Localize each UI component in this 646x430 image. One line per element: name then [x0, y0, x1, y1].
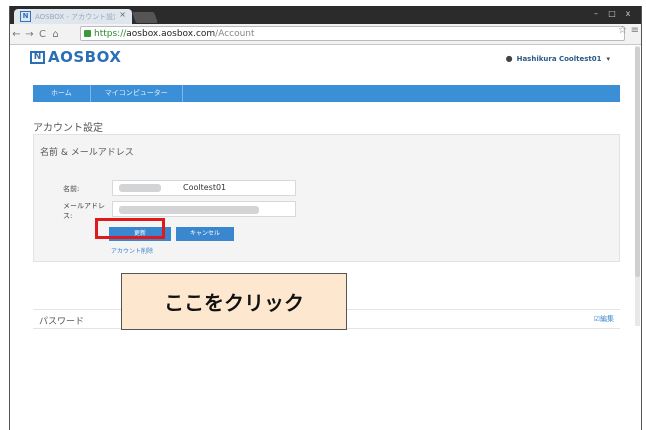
home-icon[interactable]: ⌂: [49, 29, 62, 40]
tab-title: AOSBOX - アカウント設定: [35, 12, 115, 21]
page-title: アカウント設定: [33, 123, 103, 134]
nav-item-home[interactable]: ホーム: [33, 85, 91, 102]
browser-menu-icon[interactable]: ≡: [631, 25, 639, 36]
name-value: Cooltest01: [183, 183, 227, 192]
email-field[interactable]: [112, 201, 296, 217]
name-label: 名前:: [63, 185, 80, 193]
forward-icon[interactable]: →: [23, 29, 36, 40]
chevron-down-icon: ▾: [606, 54, 610, 63]
user-icon: ●: [505, 54, 513, 63]
url-scheme: https://: [94, 28, 127, 39]
scrollbar-thumb[interactable]: [635, 47, 640, 277]
delete-account-link[interactable]: アカウント削除: [111, 246, 153, 255]
lock-icon: [84, 30, 91, 37]
panel-title: 名前 & メールアドレス: [40, 148, 134, 158]
logo-mark-icon: N: [30, 50, 45, 64]
back-icon[interactable]: ←: [10, 29, 23, 40]
blurred-text: [119, 206, 259, 214]
minimize-button[interactable]: –: [589, 7, 603, 20]
user-menu[interactable]: ● Hashikura Cooltest01 ▾: [506, 54, 610, 63]
address-bar[interactable]: https:// aosbox.aosbox.com /Account: [80, 26, 625, 41]
new-tab-button[interactable]: [131, 12, 159, 23]
browser-tab[interactable]: N AOSBOX - アカウント設定 ×: [14, 9, 132, 24]
name-email-panel: 名前 & メールアドレス 名前: Cooltest01 メールアドレ ス:: [33, 134, 620, 262]
url-host: aosbox.aosbox.com: [126, 28, 216, 39]
cancel-button[interactable]: キャンセル: [176, 227, 234, 241]
email-label-line1: メールアドレ: [63, 202, 105, 210]
favicon-icon: N: [20, 11, 31, 22]
title-bar: N AOSBOX - アカウント設定 × – □ x: [10, 6, 641, 24]
edit-password-link[interactable]: ☑編集: [594, 314, 614, 324]
name-field[interactable]: Cooltest01: [112, 180, 296, 196]
site-logo[interactable]: N AOSBOX: [30, 48, 121, 66]
update-button-highlight: [95, 218, 165, 239]
password-label: パスワード: [39, 317, 85, 327]
browser-toolbar: ← → C ⌂ https:// aosbox.aosbox.com /Acco…: [10, 24, 641, 45]
logo-text: AOSBOX: [48, 48, 122, 66]
click-here-callout: ここをクリック: [121, 273, 347, 330]
close-window-button[interactable]: x: [621, 7, 635, 20]
nav-item-my-computer[interactable]: マイコンピューター: [91, 85, 183, 102]
bookmark-star-icon[interactable]: ☆: [618, 25, 627, 36]
url-path: /Account: [215, 28, 255, 39]
maximize-button[interactable]: □: [605, 7, 619, 20]
reload-icon[interactable]: C: [36, 29, 49, 40]
window-controls: – □ x: [589, 7, 635, 20]
blurred-text: [119, 184, 161, 192]
tab-close-icon[interactable]: ×: [119, 10, 126, 19]
main-navbar: ホーム マイコンピューター: [33, 85, 620, 102]
user-name: Hashikura Cooltest01: [516, 54, 602, 63]
